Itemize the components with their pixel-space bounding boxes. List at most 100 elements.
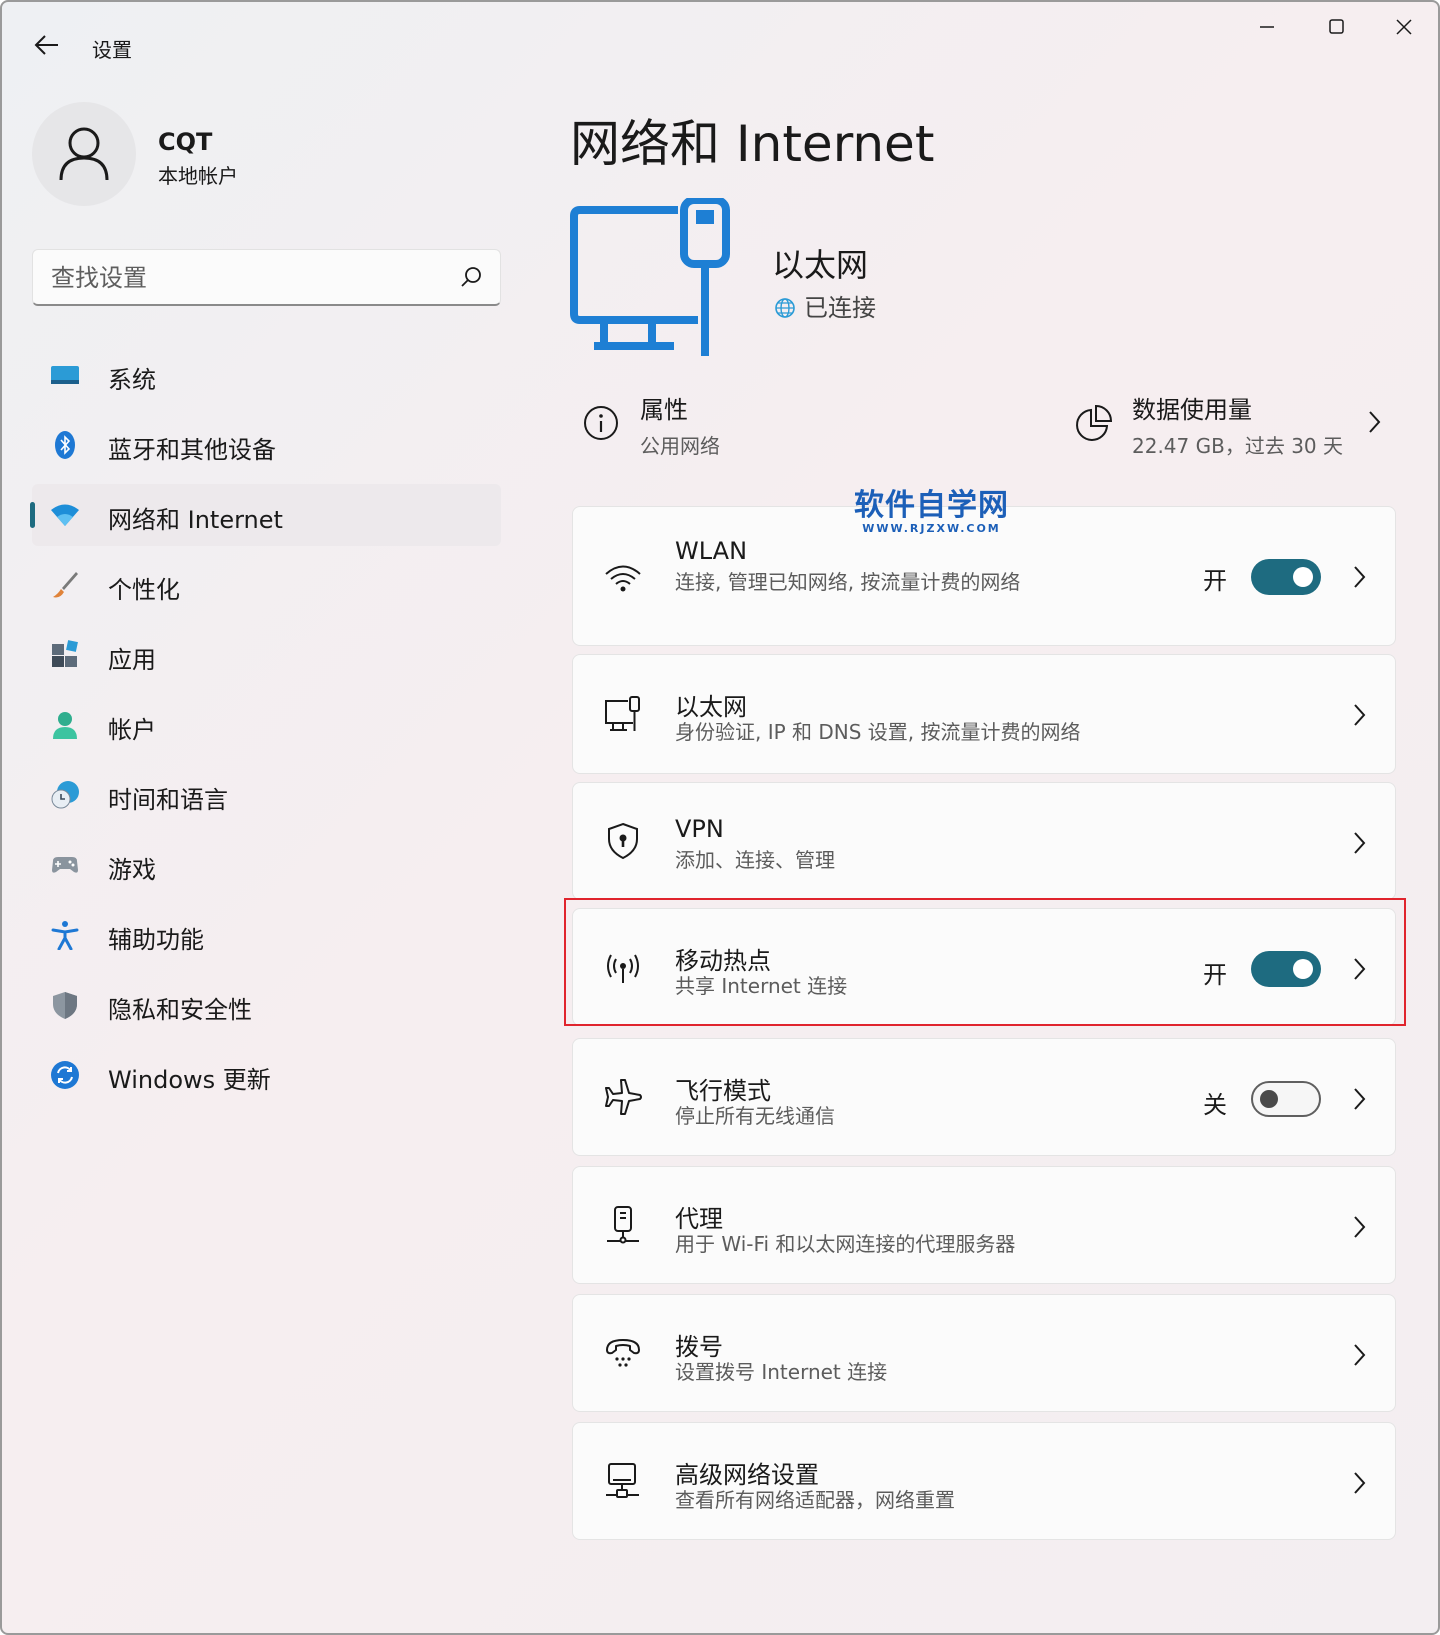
back-button[interactable] bbox=[30, 28, 64, 62]
card-airplane-mode[interactable]: 飞行模式 停止所有无线通信 关 bbox=[572, 1038, 1396, 1156]
sidebar-item-personalization[interactable]: 个性化 bbox=[32, 554, 501, 616]
settings-window: 设置 CQT 本地帐户 系统 bbox=[0, 0, 1440, 1635]
sidebar-item-network[interactable]: 网络和 Internet bbox=[30, 484, 501, 546]
toggle-state-label: 开 bbox=[1203, 567, 1227, 595]
card-title: 以太网 bbox=[675, 693, 747, 721]
card-vpn[interactable]: VPN 添加、连接、管理 bbox=[572, 782, 1396, 900]
card-title: 高级网络设置 bbox=[675, 1461, 819, 1489]
card-subtitle: 停止所有无线通信 bbox=[675, 1104, 835, 1128]
pie-chart-icon bbox=[1076, 404, 1113, 441]
close-button[interactable] bbox=[1382, 12, 1426, 42]
chevron-right-icon bbox=[1354, 1088, 1366, 1110]
sidebar-item-accounts[interactable]: 帐户 bbox=[32, 694, 501, 756]
chevron-right-icon bbox=[1354, 1216, 1366, 1238]
toggle-state-label: 关 bbox=[1203, 1091, 1227, 1119]
card-title: 代理 bbox=[675, 1205, 723, 1233]
connection-status-text: 已连接 bbox=[804, 294, 876, 322]
airplane-icon bbox=[605, 1079, 642, 1115]
close-icon bbox=[1396, 19, 1412, 35]
vpn-shield-icon bbox=[608, 822, 638, 860]
search-icon[interactable] bbox=[457, 264, 485, 292]
minimize-button[interactable] bbox=[1245, 12, 1289, 42]
maximize-button[interactable] bbox=[1314, 12, 1358, 42]
sidebar-item-label: 隐私和安全性 bbox=[108, 996, 252, 1024]
proxy-icon bbox=[607, 1206, 639, 1244]
sidebar-item-label: 游戏 bbox=[108, 856, 156, 884]
page-title: 网络和 Internet bbox=[570, 115, 935, 173]
card-title: 拨号 bbox=[675, 1333, 723, 1361]
account-icon bbox=[53, 712, 77, 739]
sidebar-item-label: 辅助功能 bbox=[108, 926, 204, 954]
sidebar-item-label: 时间和语言 bbox=[108, 786, 228, 814]
sidebar-item-label: Windows 更新 bbox=[108, 1066, 271, 1094]
properties-subtitle: 公用网络 bbox=[640, 434, 720, 458]
sidebar-item-time-language[interactable]: 时间和语言 bbox=[32, 764, 501, 826]
advanced-network-icon bbox=[606, 1463, 639, 1498]
sidebar-item-label: 网络和 Internet bbox=[108, 506, 283, 534]
globe-icon bbox=[775, 298, 795, 318]
back-arrow-icon bbox=[34, 35, 58, 55]
connection-name: 以太网 bbox=[772, 246, 869, 284]
card-advanced-network[interactable]: 高级网络设置 查看所有网络适配器，网络重置 bbox=[572, 1422, 1396, 1540]
account-type: 本地帐户 bbox=[158, 164, 238, 188]
wlan-toggle[interactable] bbox=[1251, 559, 1321, 595]
ethernet-icon bbox=[605, 696, 640, 731]
minimize-icon bbox=[1260, 26, 1274, 28]
chevron-right-icon bbox=[1369, 411, 1381, 433]
sidebar-item-label: 应用 bbox=[108, 646, 156, 674]
app-title: 设置 bbox=[92, 38, 132, 62]
network-icon bbox=[51, 504, 79, 526]
dialup-icon bbox=[606, 1339, 640, 1367]
sidebar-item-label: 个性化 bbox=[108, 576, 180, 604]
gamepad-icon bbox=[52, 857, 78, 873]
chevron-right-icon bbox=[1354, 1472, 1366, 1494]
search-box[interactable] bbox=[32, 249, 501, 306]
bluetooth-icon bbox=[55, 431, 75, 459]
sidebar-item-apps[interactable]: 应用 bbox=[32, 624, 501, 686]
sidebar-item-privacy[interactable]: 隐私和安全性 bbox=[32, 974, 501, 1036]
chevron-right-icon bbox=[1354, 832, 1366, 854]
airplane-mode-toggle[interactable] bbox=[1251, 1081, 1321, 1117]
card-proxy[interactable]: 代理 用于 Wi-Fi 和以太网连接的代理服务器 bbox=[572, 1166, 1396, 1284]
maximize-icon bbox=[1329, 19, 1344, 34]
card-subtitle: 用于 Wi-Fi 和以太网连接的代理服务器 bbox=[675, 1232, 1016, 1256]
ethernet-monitor-icon bbox=[570, 198, 730, 356]
card-title: VPN bbox=[675, 815, 724, 843]
sidebar-item-label: 系统 bbox=[108, 366, 156, 394]
data-usage-link[interactable]: 数据使用量 22.47 GB，过去 30 天 bbox=[1074, 390, 1414, 460]
sidebar-item-label: 蓝牙和其他设备 bbox=[108, 436, 276, 464]
wifi-icon bbox=[605, 565, 641, 592]
highlight-box bbox=[564, 898, 1406, 1026]
data-usage-title: 数据使用量 bbox=[1132, 396, 1252, 424]
card-subtitle: 添加、连接、管理 bbox=[675, 848, 835, 872]
time-language-icon bbox=[51, 781, 79, 809]
card-dialup[interactable]: 拨号 设置拨号 Internet 连接 bbox=[572, 1294, 1396, 1412]
card-subtitle: 身份验证, IP 和 DNS 设置, 按流量计费的网络 bbox=[675, 720, 1081, 744]
info-icon bbox=[584, 406, 618, 440]
chevron-right-icon bbox=[1354, 704, 1366, 726]
sidebar-item-label: 帐户 bbox=[108, 716, 156, 744]
user-avatar-icon bbox=[59, 127, 109, 181]
avatar[interactable] bbox=[32, 102, 136, 206]
update-icon bbox=[51, 1061, 79, 1089]
shield-icon bbox=[53, 992, 77, 1019]
card-ethernet[interactable]: 以太网 身份验证, IP 和 DNS 设置, 按流量计费的网络 bbox=[572, 654, 1396, 774]
brush-icon bbox=[53, 572, 78, 598]
watermark-logo: 软件自学网 WWW.RJZXW.COM bbox=[854, 488, 1009, 536]
sidebar-item-bluetooth[interactable]: 蓝牙和其他设备 bbox=[32, 414, 501, 476]
card-title: WLAN bbox=[675, 537, 748, 565]
watermark-main: 软件自学网 bbox=[854, 488, 1009, 523]
sidebar-item-accessibility[interactable]: 辅助功能 bbox=[32, 904, 501, 966]
search-input[interactable] bbox=[51, 262, 431, 294]
card-subtitle: 连接, 管理已知网络, 按流量计费的网络 bbox=[675, 570, 1021, 594]
system-icon bbox=[51, 366, 79, 384]
card-title: 飞行模式 bbox=[675, 1077, 771, 1105]
title-bar: 设置 bbox=[2, 2, 1438, 82]
card-subtitle: 设置拨号 Internet 连接 bbox=[675, 1360, 888, 1384]
sidebar-nav: 系统 蓝牙和其他设备 网络和 Internet 个性化 应用 帐户 时间和语言 … bbox=[30, 344, 501, 1114]
sidebar-item-windows-update[interactable]: Windows 更新 bbox=[32, 1044, 501, 1106]
sidebar-item-gaming[interactable]: 游戏 bbox=[32, 834, 501, 896]
sidebar-item-system[interactable]: 系统 bbox=[32, 344, 501, 406]
properties-title: 属性 bbox=[640, 396, 688, 424]
chevron-right-icon bbox=[1354, 1344, 1366, 1366]
